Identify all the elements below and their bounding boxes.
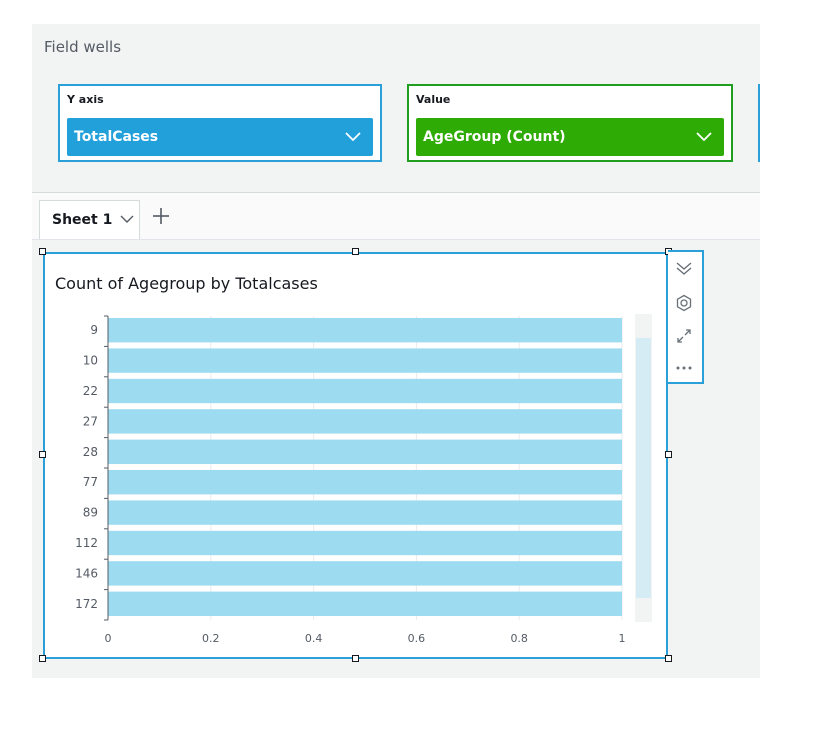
x-tick-label: 0.8 — [510, 632, 528, 645]
resize-handle[interactable] — [39, 655, 46, 662]
bar[interactable] — [108, 591, 622, 616]
bar[interactable] — [108, 530, 622, 556]
y-axis-well-label: Y axis — [67, 93, 104, 106]
x-tick-label: 0.2 — [202, 632, 220, 645]
bar[interactable] — [108, 318, 622, 343]
y-tick-label: 28 — [83, 445, 98, 459]
bar[interactable] — [108, 409, 622, 434]
bar[interactable] — [108, 470, 622, 495]
value-field-name: AgeGroup (Count) — [423, 129, 566, 145]
chevron-down-icon[interactable] — [696, 132, 712, 142]
resize-handle[interactable] — [352, 248, 359, 255]
y-axis-well: Y axis TotalCases — [58, 84, 382, 162]
value-field-pill[interactable]: AgeGroup (Count) — [416, 118, 724, 156]
resize-handle[interactable] — [665, 451, 672, 458]
bar-chart: 9 10 22 27 28 77 89 112 146 172 0 0.2 0.4 0.6 0.8 1 — [75, 314, 652, 645]
y-tick-label: 89 — [83, 506, 98, 520]
y-axis-field-pill[interactable]: TotalCases — [67, 118, 373, 156]
chart-visual[interactable]: Count of Agegroup by Totalcases 9 10 22 27 2… — [43, 252, 668, 659]
y-tick-label: 9 — [90, 323, 98, 337]
next-well-edge — [758, 84, 760, 162]
resize-handle[interactable] — [665, 655, 672, 662]
expand-icon — [677, 329, 691, 343]
more-options-button[interactable] — [674, 358, 694, 378]
sheet-tab-bar: Sheet 1 — [32, 193, 760, 240]
gear-icon — [676, 294, 692, 312]
resize-handle[interactable] — [39, 248, 46, 255]
x-tick-label: 0 — [105, 632, 112, 645]
collapse-button[interactable] — [674, 259, 694, 279]
y-tick-label: 146 — [75, 566, 98, 580]
bar[interactable] — [108, 561, 622, 586]
y-tick-label: 172 — [75, 597, 98, 611]
plus-icon[interactable] — [152, 207, 170, 225]
chevron-down-icon[interactable] — [120, 215, 134, 224]
tab-sheet-1[interactable]: Sheet 1 — [39, 200, 140, 239]
x-tick-label: 0.4 — [305, 632, 323, 645]
y-tick-label: 77 — [83, 475, 98, 489]
more-options-icon — [676, 366, 692, 370]
bar[interactable] — [108, 500, 622, 525]
value-well-label: Value — [416, 93, 451, 106]
y-tick-label: 10 — [83, 354, 98, 368]
y-tick-label: 22 — [83, 384, 98, 398]
sheet-tab-label: Sheet 1 — [52, 212, 113, 228]
bar[interactable] — [108, 378, 622, 404]
resize-handle[interactable] — [352, 655, 359, 662]
x-tick-label: 1 — [619, 632, 626, 645]
field-wells-title: Field wells — [44, 38, 122, 56]
visual-toolbar — [668, 250, 704, 384]
field-wells-panel: Field wells Y axis TotalCases Value AgeG… — [32, 24, 760, 193]
y-axis-field-name: TotalCases — [74, 129, 159, 145]
chevron-down-icon[interactable] — [345, 132, 361, 142]
double-chevron-down-icon — [676, 262, 692, 275]
bar[interactable] — [108, 439, 622, 464]
bar[interactable] — [108, 348, 622, 373]
y-tick-label: 27 — [83, 414, 98, 428]
expand-button[interactable] — [674, 326, 694, 346]
x-tick-label: 0.6 — [408, 632, 426, 645]
y-tick-label: 112 — [75, 536, 98, 550]
resize-handle[interactable] — [39, 451, 46, 458]
quicksight-editor: Field wells Y axis TotalCases Value AgeG… — [32, 24, 760, 678]
scrollbar-thumb[interactable] — [636, 338, 651, 598]
value-well: Value AgeGroup (Count) — [407, 84, 733, 162]
format-visual-button[interactable] — [674, 293, 694, 313]
